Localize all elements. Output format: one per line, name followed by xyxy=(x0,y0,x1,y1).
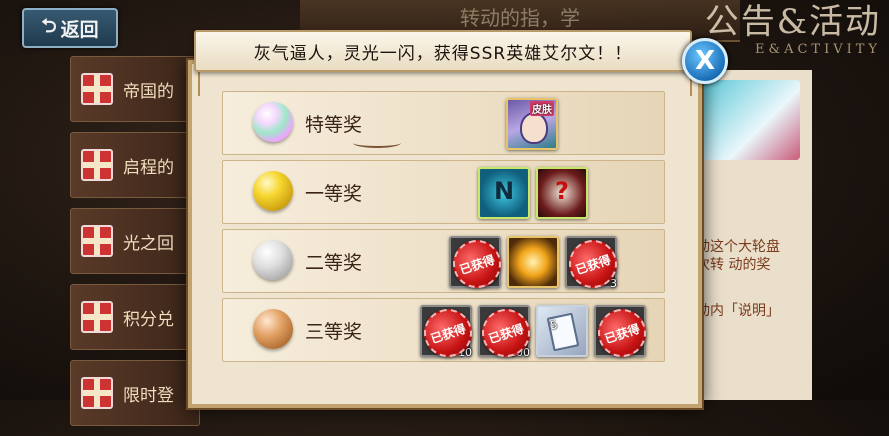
prize-tier-label: 特等奖 xyxy=(305,114,363,136)
mystery-icon: ? xyxy=(555,177,569,205)
brand-title-text: 公告&活动 xyxy=(704,2,881,42)
silver-orb-icon xyxy=(253,240,293,280)
flourish-decoration xyxy=(353,138,401,148)
prize-row: 特等奖 皮肤 xyxy=(222,91,665,155)
reward-item-skin[interactable]: 皮肤 xyxy=(506,98,558,150)
rainbow-orb-icon xyxy=(253,102,293,142)
prize-tier-label: 一等奖 xyxy=(305,183,363,205)
bronze-orb-icon xyxy=(253,309,293,349)
skin-tag: 皮肤 xyxy=(530,101,554,116)
close-button[interactable]: X xyxy=(682,38,728,84)
hero-portrait-icon xyxy=(520,112,548,144)
sidebar-item-label: 帝国的 xyxy=(123,82,174,102)
activity-text-line: 动这个大轮盘 xyxy=(696,239,780,255)
gold-orb-icon xyxy=(253,171,293,211)
back-button[interactable]: ⮌ 返回 xyxy=(22,8,118,48)
reward-item-card[interactable]: 5 xyxy=(536,305,588,357)
prize-row: 三等奖 10已获得100已获得5 已获得 xyxy=(222,298,665,364)
gift-icon xyxy=(81,149,113,181)
sidebar-item[interactable]: 启程的 xyxy=(70,132,200,198)
back-button-label: 返回 xyxy=(60,18,99,41)
activity-text-line: 次转 动的奖 xyxy=(696,257,771,273)
corner-ornament xyxy=(198,70,224,96)
sidebar-item[interactable]: 限时登 xyxy=(70,360,200,426)
sidebar-item[interactable]: 积分兑 xyxy=(70,284,200,350)
gift-icon xyxy=(81,377,113,409)
reward-item-dark[interactable]: 已获得 xyxy=(446,233,508,295)
prize-tier-label: 三等奖 xyxy=(305,321,363,343)
sidebar-item[interactable]: 帝国的 xyxy=(70,56,200,122)
reward-item-dark[interactable]: 10 已获得 xyxy=(417,302,479,364)
reward-item-gem[interactable] xyxy=(507,236,559,288)
gift-icon xyxy=(81,73,113,105)
activity-text-line: 动内「说明」 xyxy=(696,303,780,319)
prize-tier-label: 二等奖 xyxy=(305,252,363,274)
back-arrow-icon: ⮌ xyxy=(41,15,57,37)
sidebar-item-label: 光之回 xyxy=(123,234,174,254)
gift-icon xyxy=(81,225,113,257)
sidebar-item-label: 启程的 xyxy=(123,158,174,178)
sidebar-item-label: 积分兑 xyxy=(123,310,174,330)
prize-row: 二等奖 已获得 3 已获得 xyxy=(222,229,665,295)
sidebar-item-label: 限时登 xyxy=(123,386,174,406)
rune-icon: N xyxy=(493,177,515,205)
obtained-stamp: 已获得 xyxy=(446,233,508,295)
obtained-stamp: 已获得 xyxy=(591,302,653,364)
gift-icon xyxy=(81,301,113,333)
sidebar-item[interactable]: 光之回 xyxy=(70,208,200,274)
reward-item-dark[interactable]: 100已获得 xyxy=(475,302,537,364)
reward-item-dark[interactable]: 已获得 xyxy=(591,302,653,364)
activity-banner-image xyxy=(700,80,800,160)
item-quantity: 5 xyxy=(546,312,580,352)
close-icon: X xyxy=(694,46,716,76)
reward-item-dark[interactable]: 3 已获得 xyxy=(562,233,624,295)
dialog-title: 灰气逼人，灵光一闪，获得SSR英雄艾尔文！！ xyxy=(194,30,692,72)
reward-item-rune[interactable]: N xyxy=(478,167,530,219)
brand-subtitle: E&ACTIVITY xyxy=(755,42,881,57)
brand-title: 公告&活动 E&ACTIVITY xyxy=(705,2,881,57)
prize-row: 一等奖 N? xyxy=(222,160,665,224)
activity-sidebar: 帝国的 启程的 光之回 积分兑 限时登 xyxy=(70,56,200,436)
reward-item-mystery[interactable]: ? xyxy=(536,167,588,219)
